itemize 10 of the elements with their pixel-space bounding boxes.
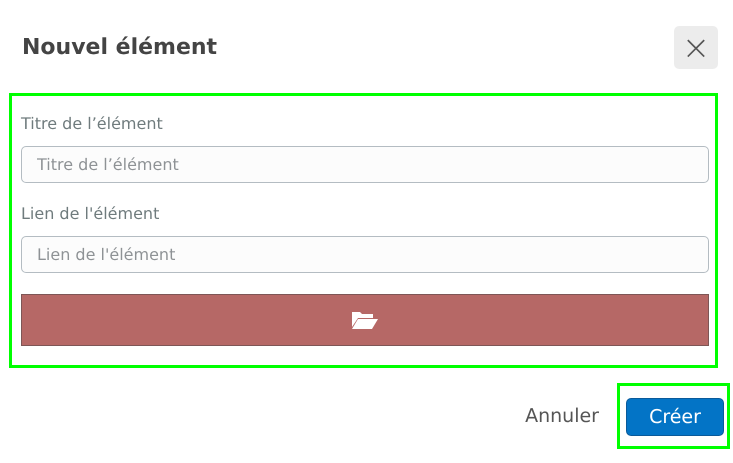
dialog-title: Nouvel élément xyxy=(22,35,218,60)
field-label: Titre de l’élément xyxy=(21,114,164,133)
input-field[interactable]: Lien de l'élément xyxy=(21,236,709,273)
field-label: Lien de l'élément xyxy=(21,204,160,223)
folder-icon xyxy=(351,310,379,330)
close-button[interactable]: × xyxy=(674,26,718,69)
upload-button[interactable] xyxy=(21,294,709,346)
create-button[interactable]: Créer xyxy=(626,398,724,436)
cancel-button[interactable]: Annuler xyxy=(525,405,599,427)
input-field[interactable]: Titre de l’élément xyxy=(21,146,709,183)
